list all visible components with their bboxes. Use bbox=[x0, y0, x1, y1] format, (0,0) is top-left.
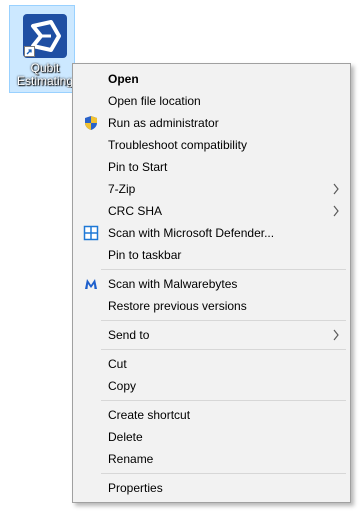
menu-separator bbox=[101, 349, 346, 350]
menu-item-label: Troubleshoot compatibility bbox=[108, 138, 247, 152]
menu-item-send-to[interactable]: Send to bbox=[74, 324, 349, 346]
menu-item-crc-sha[interactable]: CRC SHA bbox=[74, 200, 349, 222]
chevron-right-icon bbox=[333, 183, 339, 195]
menu-item-7zip[interactable]: 7-Zip bbox=[74, 178, 349, 200]
malwarebytes-icon bbox=[85, 279, 97, 289]
menu-item-copy[interactable]: Copy bbox=[74, 375, 349, 397]
menu-item-rename[interactable]: Rename bbox=[74, 448, 349, 470]
menu-item-label: Pin to Start bbox=[108, 160, 168, 174]
menu-item-restore-previous-versions[interactable]: Restore previous versions bbox=[74, 295, 349, 317]
menu-separator bbox=[101, 400, 346, 401]
menu-item-pin-to-start[interactable]: Pin to Start bbox=[74, 156, 349, 178]
menu-item-label: Send to bbox=[108, 328, 150, 342]
menu-item-label: 7-Zip bbox=[108, 182, 136, 196]
menu-item-pin-to-taskbar[interactable]: Pin to taskbar bbox=[74, 244, 349, 266]
menu-item-label: Properties bbox=[108, 481, 163, 495]
menu-separator bbox=[101, 473, 346, 474]
defender-icon bbox=[83, 225, 99, 241]
chevron-right-icon bbox=[333, 329, 339, 341]
menu-item-create-shortcut[interactable]: Create shortcut bbox=[74, 404, 349, 426]
shortcut-arrow-icon bbox=[24, 46, 35, 57]
menu-item-label: CRC SHA bbox=[108, 204, 163, 218]
menu-item-troubleshoot-compatibility[interactable]: Troubleshoot compatibility bbox=[74, 134, 349, 156]
menu-item-label: Open file location bbox=[108, 94, 201, 108]
menu-item-label: Cut bbox=[108, 357, 127, 371]
uac-shield-icon bbox=[85, 116, 97, 130]
menu-separator bbox=[101, 320, 346, 321]
desktop-icon-label: Qubit Estimating bbox=[16, 62, 74, 88]
menu-item-label: Create shortcut bbox=[108, 408, 191, 422]
menu-item-label: Rename bbox=[108, 452, 154, 466]
context-menu: Open Open file location Run as administr… bbox=[72, 63, 351, 503]
menu-item-cut[interactable]: Cut bbox=[74, 353, 349, 375]
menu-item-label: Restore previous versions bbox=[108, 299, 247, 313]
chevron-right-icon bbox=[333, 205, 339, 217]
menu-item-delete[interactable]: Delete bbox=[74, 426, 349, 448]
desktop-shortcut-qubit-estimating[interactable]: Qubit Estimating bbox=[9, 5, 75, 93]
menu-item-open-file-location[interactable]: Open file location bbox=[74, 90, 349, 112]
menu-item-label: Scan with Malwarebytes bbox=[108, 277, 238, 291]
desktop: Qubit Estimating Open Open file location… bbox=[0, 0, 363, 513]
menu-item-label: Delete bbox=[108, 430, 143, 444]
menu-item-open[interactable]: Open bbox=[74, 68, 349, 90]
menu-item-properties[interactable]: Properties bbox=[74, 477, 349, 499]
menu-item-label: Run as administrator bbox=[108, 116, 219, 130]
menu-item-scan-with-microsoft-defender[interactable]: Scan with Microsoft Defender... bbox=[74, 222, 349, 244]
menu-item-label: Pin to taskbar bbox=[108, 248, 182, 262]
menu-separator bbox=[101, 269, 346, 270]
menu-item-label: Scan with Microsoft Defender... bbox=[108, 226, 275, 240]
menu-item-run-as-administrator[interactable]: Run as administrator bbox=[74, 112, 349, 134]
menu-item-label: Open bbox=[108, 72, 139, 86]
menu-item-label: Copy bbox=[108, 379, 137, 393]
menu-item-scan-with-malwarebytes[interactable]: Scan with Malwarebytes bbox=[74, 273, 349, 295]
